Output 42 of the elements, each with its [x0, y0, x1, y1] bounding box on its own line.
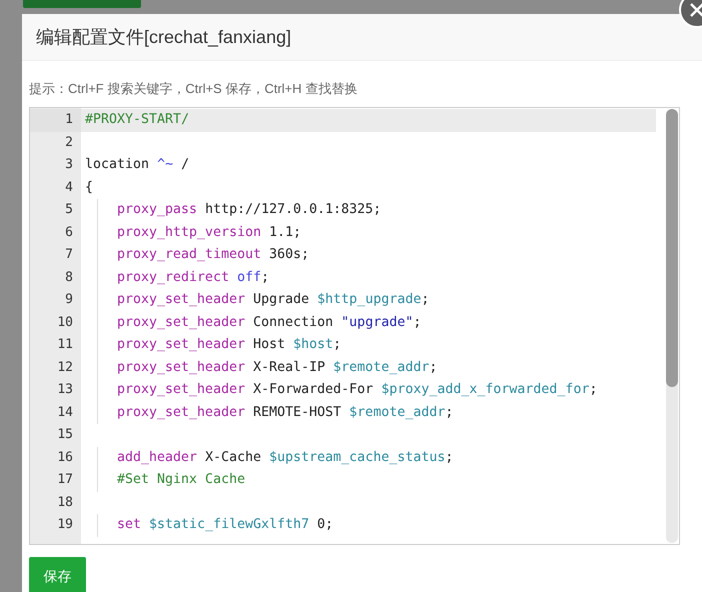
- line-number: 5: [64, 201, 74, 219]
- line-number: 12: [56, 358, 74, 376]
- code-text: proxy_read_timeout 360s;: [117, 246, 310, 264]
- code-text: proxy_pass http://127.0.0.1:8325;: [117, 201, 382, 219]
- code-text: {: [85, 178, 94, 196]
- code-text: proxy_set_header X-Real-IP $remote_addr;: [117, 358, 438, 376]
- line-number: 10: [56, 314, 74, 332]
- code-text: proxy_set_header Upgrade $http_upgrade;: [117, 291, 430, 309]
- hint-text: 提示：Ctrl+F 搜索关键字，Ctrl+S 保存，Ctrl+H 查找替换: [29, 80, 358, 98]
- line-number: 9: [64, 291, 74, 309]
- code-text: set $static_filewGxlfth7 0;: [117, 516, 334, 534]
- code-text: location ^~ /: [85, 156, 190, 174]
- code-text: proxy_set_header Host $host;: [117, 336, 342, 354]
- line-number: 13: [56, 381, 74, 399]
- code-text: proxy_http_version 1.1;: [117, 224, 302, 242]
- scrollbar-track[interactable]: [666, 109, 678, 543]
- dialog-title: 编辑配置文件[crechat_fanxiang]: [36, 26, 292, 49]
- save-button[interactable]: 保存: [29, 557, 86, 592]
- code-text: add_header X-Cache $upstream_cache_status;: [117, 448, 454, 466]
- line-number: 8: [64, 268, 74, 286]
- line-number: 15: [56, 426, 74, 444]
- close-icon: [689, 2, 702, 18]
- code-text: proxy_redirect off;: [117, 268, 270, 286]
- code-editor[interactable]: [29, 107, 680, 545]
- line-number: 11: [56, 336, 74, 354]
- code-text: #PROXY-START/: [85, 111, 190, 129]
- line-number: 16: [56, 448, 74, 466]
- code-text: #Set Nginx Cache: [117, 471, 246, 489]
- line-number: 2: [64, 134, 74, 152]
- line-number: 17: [56, 471, 74, 489]
- code-text: proxy_set_header REMOTE-HOST $remote_addr;: [117, 404, 454, 422]
- line-number: 18: [56, 494, 74, 512]
- code-text: proxy_set_header Connection "upgrade";: [117, 314, 422, 332]
- scrollbar-thumb[interactable]: [666, 109, 678, 387]
- line-number: 6: [64, 224, 74, 242]
- code-text: proxy_set_header X-Forwarded-For $proxy_add_x_forwarded_for;: [117, 381, 598, 399]
- line-number: 4: [64, 178, 74, 196]
- line-number: 1: [30, 109, 81, 132]
- line-number: 7: [64, 246, 74, 264]
- line-number: 3: [64, 156, 74, 174]
- line-number: 14: [56, 404, 74, 422]
- line-number: 19: [56, 516, 74, 534]
